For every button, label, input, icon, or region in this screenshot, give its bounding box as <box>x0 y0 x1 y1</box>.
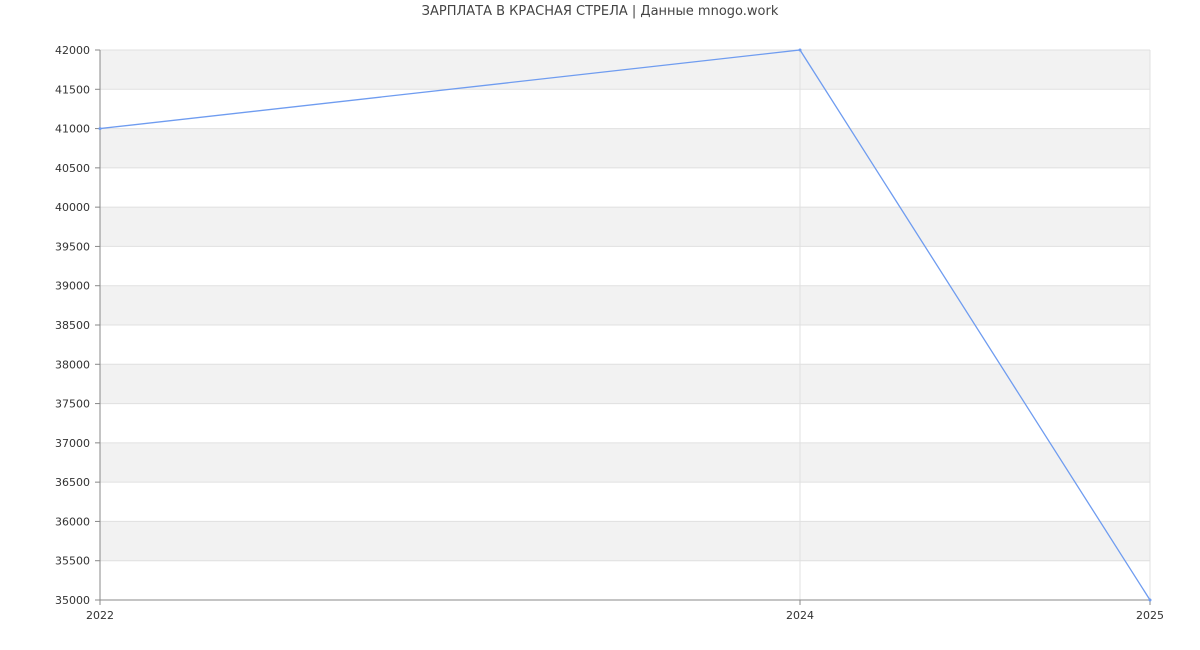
y-tick-label: 35500 <box>55 555 90 568</box>
y-tick-label: 35000 <box>55 594 90 607</box>
y-tick-label: 39000 <box>55 280 90 293</box>
y-tick-label: 36000 <box>55 515 90 528</box>
plot-band <box>100 364 1150 404</box>
y-tick-label: 41500 <box>55 83 90 96</box>
plot-bands <box>100 50 1150 561</box>
y-tick-label: 38500 <box>55 319 90 332</box>
data-point <box>98 127 102 131</box>
x-tick-label: 2024 <box>786 609 814 622</box>
x-tick-label: 2022 <box>86 609 114 622</box>
plot-band <box>100 285 1150 325</box>
line-chart: 42000 41500 41000 40500 40000 39500 39000 38500… <box>55 44 1164 622</box>
y-tick-label: 40000 <box>55 201 90 214</box>
plot-band <box>100 521 1150 561</box>
plot-band <box>100 442 1150 483</box>
data-point <box>1148 598 1152 602</box>
plot-band <box>100 128 1150 168</box>
y-tick-label: 41000 <box>55 123 90 136</box>
x-tick-labels: 2022 2024 2025 <box>86 609 1164 622</box>
x-tick-label: 2025 <box>1136 609 1164 622</box>
y-tick-label: 37000 <box>55 437 90 450</box>
y-tick-label: 39500 <box>55 240 90 253</box>
y-tick-label: 37500 <box>55 398 90 411</box>
y-tick-labels: 42000 41500 41000 40500 40000 39500 39000 38500… <box>55 44 90 607</box>
plot-band <box>100 207 1150 247</box>
data-point <box>798 48 802 52</box>
y-tick-label: 40500 <box>55 162 90 175</box>
y-tick-label: 36500 <box>55 476 90 489</box>
y-tick-label: 42000 <box>55 44 90 57</box>
y-tick-label: 38000 <box>55 358 90 371</box>
